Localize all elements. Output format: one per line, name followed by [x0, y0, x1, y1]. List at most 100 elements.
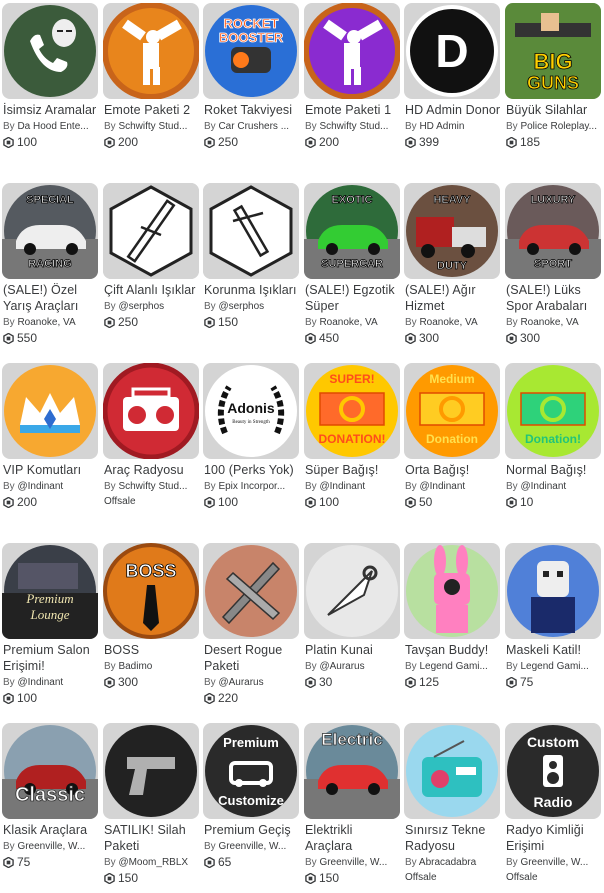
item-name[interactable]: Araç Radyosu	[104, 462, 200, 478]
item-name[interactable]: Normal Bağış!	[506, 462, 602, 478]
item-thumbnail[interactable]	[103, 183, 199, 279]
item-name[interactable]: Maskeli Katil!	[506, 642, 602, 658]
catalog-item-card[interactable]: ROCKET BOOSTER Roket Takviyesi By Car Crush…	[203, 3, 299, 173]
item-thumbnail[interactable]: EXOTIC SUPERCAR	[304, 183, 400, 279]
catalog-item-card[interactable]: Maskeli Katil! By Legend Gami... 75	[505, 543, 601, 713]
item-creator[interactable]: By Legend Gami...	[405, 660, 501, 673]
creator-name[interactable]: Greenville, W...	[218, 841, 286, 852]
item-thumbnail[interactable]: ROCKET BOOSTER	[203, 3, 299, 99]
catalog-item-card[interactable]: Emote Paketi 1 By Schwifty Stud... 200	[304, 3, 400, 173]
catalog-item-card[interactable]: Custom Radio Radyo Kimliği Erişimi By Green…	[505, 723, 601, 893]
item-name[interactable]: Platin Kunai	[305, 642, 401, 658]
creator-name[interactable]: @Indinant	[17, 481, 63, 492]
item-creator[interactable]: By Police Roleplay...	[506, 120, 602, 133]
item-name[interactable]: 100 (Perks Yok)	[204, 462, 300, 478]
item-creator[interactable]: By @Indinant	[305, 480, 401, 493]
item-thumbnail[interactable]: Premium Customize	[203, 723, 299, 819]
catalog-item-card[interactable]: VIP Komutları By @Indinant 200	[2, 363, 98, 533]
item-name[interactable]: Desert Rogue Paketi	[204, 642, 300, 674]
creator-name[interactable]: Police Roleplay...	[520, 121, 597, 132]
item-thumbnail[interactable]	[203, 183, 299, 279]
item-name[interactable]: Sınırsız Tekne Radyosu	[405, 822, 501, 854]
catalog-item-card[interactable]: Premium Customize Premium Geçiş By Greenvil…	[203, 723, 299, 893]
catalog-item-card[interactable]: Sınırsız Tekne Radyosu By Abracadabra Offs…	[404, 723, 500, 893]
creator-name[interactable]: Legend Gami...	[520, 661, 588, 672]
catalog-item-card[interactable]: Çift Alanlı Işıklar By @serphos 250	[103, 183, 199, 353]
item-thumbnail[interactable]: Medium Donation	[404, 363, 500, 459]
item-thumbnail[interactable]	[2, 363, 98, 459]
creator-name[interactable]: HD Admin	[419, 121, 464, 132]
catalog-item-card[interactable]: LUXURY SPORT (SALE!) Lüks Spor Arabaları By…	[505, 183, 601, 353]
creator-name[interactable]: @Indinant	[17, 677, 63, 688]
creator-name[interactable]: @Indinant	[319, 481, 365, 492]
item-name[interactable]: Emote Paketi 1	[305, 102, 401, 118]
item-creator[interactable]: By Badimo	[104, 660, 200, 673]
item-thumbnail[interactable]: LUXURY SPORT	[505, 183, 601, 279]
item-creator[interactable]: By Legend Gami...	[506, 660, 602, 673]
item-thumbnail[interactable]: SPECIAL RACING	[2, 183, 98, 279]
creator-name[interactable]: @serphos	[218, 301, 264, 312]
item-creator[interactable]: By Car Crushers ...	[204, 120, 300, 133]
item-creator[interactable]: By Schwifty Stud...	[104, 480, 200, 493]
catalog-item-card[interactable]: Araç Radyosu By Schwifty Stud... Offsale	[103, 363, 199, 533]
item-thumbnail[interactable]	[203, 543, 299, 639]
item-creator[interactable]: By Roanoke, VA	[405, 316, 501, 329]
item-creator[interactable]: By Greenville, W...	[204, 840, 300, 853]
catalog-item-card[interactable]: SATILIK! Silah Paketi By @Moom_RBLX 150	[103, 723, 199, 893]
creator-name[interactable]: Greenville, W...	[520, 857, 588, 868]
item-name[interactable]: Roket Takviyesi	[204, 102, 300, 118]
item-name[interactable]: Orta Bağış!	[405, 462, 501, 478]
item-creator[interactable]: By @Moom_RBLX	[104, 856, 200, 869]
item-creator[interactable]: By @Aurarus	[305, 660, 401, 673]
creator-name[interactable]: Schwifty Stud...	[118, 121, 187, 132]
catalog-item-card[interactable]: SUPER! DONATION! Süper Bağış! By @Indinant 1…	[304, 363, 400, 533]
item-name[interactable]: (SALE!) Özel Yarış Araçları	[3, 282, 99, 314]
creator-name[interactable]: Da Hood Ente...	[17, 121, 88, 132]
item-thumbnail[interactable]	[2, 3, 98, 99]
catalog-item-card[interactable]: Korunma Işıkları By @serphos 150	[203, 183, 299, 353]
item-name[interactable]: Radyo Kimliği Erişimi	[506, 822, 602, 854]
catalog-item-card[interactable]: D HD Admin Donor By HD Admin 399	[404, 3, 500, 173]
creator-name[interactable]: Car Crushers ...	[218, 121, 289, 132]
creator-name[interactable]: Roanoke, VA	[319, 317, 377, 328]
item-name[interactable]: Klasik Araçlara	[3, 822, 99, 838]
item-creator[interactable]: By Schwifty Stud...	[305, 120, 401, 133]
item-name[interactable]: Süper Bağış!	[305, 462, 401, 478]
item-thumbnail[interactable]: SUPER! DONATION!	[304, 363, 400, 459]
item-thumbnail[interactable]: HEAVY DUTY	[404, 183, 500, 279]
item-thumbnail[interactable]	[304, 3, 400, 99]
catalog-item-card[interactable]: SPECIAL RACING (SALE!) Özel Yarış Araçları…	[2, 183, 98, 353]
item-name[interactable]: Tavşan Buddy!	[405, 642, 501, 658]
item-name[interactable]: Premium Geçiş	[204, 822, 300, 838]
item-thumbnail[interactable]: Premium Lounge	[2, 543, 98, 639]
item-thumbnail[interactable]	[505, 543, 601, 639]
creator-name[interactable]: @Moom_RBLX	[118, 857, 188, 868]
item-name[interactable]: İsimsiz Aramalar	[3, 102, 99, 118]
creator-name[interactable]: @Indinant	[419, 481, 465, 492]
item-thumbnail[interactable]: Donation!	[505, 363, 601, 459]
catalog-item-card[interactable]: Classic Klasik Araçlara By Greenville, W..…	[2, 723, 98, 893]
item-creator[interactable]: By Schwifty Stud...	[104, 120, 200, 133]
item-thumbnail[interactable]: Custom Radio	[505, 723, 601, 819]
item-creator[interactable]: By Abracadabra	[405, 856, 501, 869]
item-creator[interactable]: By Greenville, W...	[506, 856, 602, 869]
catalog-item-card[interactable]: İsimsiz Aramalar By Da Hood Ente... 100	[2, 3, 98, 173]
creator-name[interactable]: Greenville, W...	[319, 857, 387, 868]
item-creator[interactable]: By Epix Incorpor...	[204, 480, 300, 493]
item-thumbnail[interactable]	[103, 3, 199, 99]
item-thumbnail[interactable]	[304, 543, 400, 639]
creator-name[interactable]: Badimo	[118, 661, 152, 672]
item-thumbnail[interactable]	[103, 723, 199, 819]
item-creator[interactable]: By @Indinant	[3, 676, 99, 689]
item-creator[interactable]: By @Indinant	[506, 480, 602, 493]
creator-name[interactable]: @serphos	[118, 301, 164, 312]
catalog-item-card[interactable]: Donation! Normal Bağış! By @Indinant 10	[505, 363, 601, 533]
item-thumbnail[interactable]: BIG GUNS	[505, 3, 601, 99]
item-creator[interactable]: By Greenville, W...	[305, 856, 401, 869]
item-name[interactable]: Premium Salon Erişimi!	[3, 642, 99, 674]
item-creator[interactable]: By Roanoke, VA	[305, 316, 401, 329]
item-creator[interactable]: By Da Hood Ente...	[3, 120, 99, 133]
creator-name[interactable]: @Aurarus	[218, 677, 263, 688]
catalog-item-card[interactable]: Emote Paketi 2 By Schwifty Stud... 200	[103, 3, 199, 173]
item-thumbnail[interactable]	[404, 543, 500, 639]
